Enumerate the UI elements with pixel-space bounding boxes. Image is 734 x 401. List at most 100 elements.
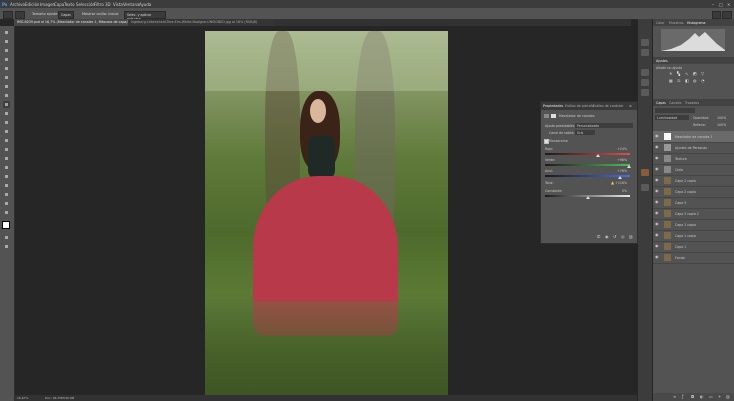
- eye-icon[interactable]: ◉: [655, 145, 659, 149]
- brush-tool-icon[interactable]: [3, 101, 10, 108]
- red-value[interactable]: +24%: [617, 147, 627, 151]
- quick-select-tool-icon[interactable]: [3, 56, 10, 63]
- close-icon[interactable]: ×: [727, 2, 730, 7]
- curves-icon[interactable]: ∿: [685, 71, 688, 76]
- new-layer-icon[interactable]: +: [718, 394, 721, 399]
- eyedropper-tool-icon[interactable]: [3, 83, 10, 90]
- marquee-tool-icon[interactable]: [3, 38, 10, 45]
- gradient-tool-icon[interactable]: [3, 137, 10, 144]
- maximize-icon[interactable]: □: [719, 2, 723, 7]
- hand-tool-icon[interactable]: [3, 200, 10, 207]
- new-group-icon[interactable]: ▭: [709, 394, 713, 399]
- photo-filter-icon[interactable]: ◍: [693, 78, 697, 83]
- screen-mode-icon[interactable]: [3, 243, 10, 250]
- document-image[interactable]: [205, 31, 448, 395]
- paragraph-icon[interactable]: [641, 89, 649, 96]
- eye-icon[interactable]: ◉: [655, 134, 659, 138]
- menu-item-archivo[interactable]: Archivo: [10, 2, 25, 7]
- black-white-icon[interactable]: ◧: [685, 78, 689, 83]
- tab-color[interactable]: Color: [656, 21, 664, 25]
- fill-value[interactable]: 100%: [717, 123, 726, 127]
- add-mask-icon[interactable]: ◘: [691, 394, 694, 399]
- doc-tab-active[interactable]: IMG-8039.psd al 16,7% (Mezclador de cana…: [14, 19, 132, 26]
- eye-icon[interactable]: ◉: [655, 255, 659, 259]
- healing-brush-tool-icon[interactable]: [3, 92, 10, 99]
- character-icon[interactable]: [641, 79, 649, 86]
- opacity-value[interactable]: 100%: [717, 116, 726, 120]
- blue-value[interactable]: +76%: [617, 169, 627, 173]
- eye-icon[interactable]: ◉: [655, 244, 659, 248]
- levels-icon[interactable]: ▚: [677, 71, 680, 76]
- ps-logo-icon[interactable]: Ps: [2, 2, 7, 7]
- menu-item-seleccion[interactable]: Selección: [76, 2, 95, 7]
- move-tool-icon[interactable]: [3, 29, 10, 36]
- frame-tool-icon[interactable]: [3, 74, 10, 81]
- brightness-icon[interactable]: ☀: [669, 71, 673, 76]
- channel-mixer-icon[interactable]: ◔: [701, 78, 705, 83]
- blur-tool-icon[interactable]: [3, 146, 10, 153]
- link-icon[interactable]: ∞: [673, 394, 676, 399]
- eye-icon[interactable]: ◉: [655, 178, 659, 182]
- red-slider-track[interactable]: [545, 153, 630, 155]
- eye-icon[interactable]: ◉: [655, 233, 659, 237]
- eye-icon[interactable]: ◉: [655, 189, 659, 193]
- blend-mode-select[interactable]: Luminosidad: [655, 115, 689, 120]
- dodge-tool-icon[interactable]: [3, 155, 10, 162]
- tab-ajustes[interactable]: Ajustes: [656, 59, 668, 63]
- green-value[interactable]: +98%: [617, 158, 627, 162]
- menu-item-texto[interactable]: Texto: [64, 2, 75, 7]
- workspace-icon[interactable]: [722, 10, 732, 19]
- eye-icon[interactable]: ◉: [655, 222, 659, 226]
- tab-propiedades[interactable]: Propiedades: [543, 104, 563, 108]
- green-slider-knob[interactable]: [627, 165, 632, 168]
- trash-icon[interactable]: ▥: [629, 234, 633, 239]
- menu-item-vista[interactable]: Vista: [113, 2, 123, 7]
- lasso-tool-icon[interactable]: [3, 47, 10, 54]
- shape-tool-icon[interactable]: [3, 191, 10, 198]
- eye-icon[interactable]: ◉: [655, 200, 659, 204]
- brush-settings-icon[interactable]: [641, 69, 649, 76]
- foreground-color-icon[interactable]: [2, 221, 10, 229]
- panel-menu-icon[interactable]: ≡: [629, 104, 632, 108]
- layer-filter-select[interactable]: [655, 108, 695, 113]
- preset-select[interactable]: Personalizado: [575, 123, 633, 128]
- new-adjustment-icon[interactable]: ◐: [700, 394, 704, 399]
- tool-preset-picker[interactable]: [3, 10, 13, 19]
- clone-stamp-tool-icon[interactable]: [3, 110, 10, 117]
- history-brush-tool-icon[interactable]: [3, 119, 10, 126]
- color-balance-icon[interactable]: ⚖: [677, 78, 681, 83]
- blue-slider-knob[interactable]: [617, 176, 622, 179]
- red-slider-knob[interactable]: [595, 154, 600, 157]
- exposure-icon[interactable]: ◩: [693, 71, 697, 76]
- zoom-level[interactable]: 16,67%: [17, 396, 28, 400]
- menu-item-ayuda[interactable]: Ayuda: [139, 2, 151, 7]
- reset-icon[interactable]: ↺: [613, 234, 616, 239]
- minimize-icon[interactable]: –: [712, 2, 714, 7]
- swatches-icon[interactable]: [641, 49, 649, 56]
- brush-picker[interactable]: [15, 10, 25, 19]
- eye-icon[interactable]: ◉: [655, 156, 659, 160]
- layer-row[interactable]: ◉ Fondo: [653, 252, 734, 264]
- zoom-tool-icon[interactable]: [3, 209, 10, 216]
- type-tool-icon[interactable]: [3, 173, 10, 180]
- doc-tab-inactive[interactable]: Ingeborg-Lebensheid-Tree-Eirs-White-Badi…: [128, 19, 274, 26]
- menu-item-3d[interactable]: 3D: [105, 2, 111, 7]
- tab-canales[interactable]: Canales: [669, 101, 682, 105]
- eye-icon[interactable]: ◉: [655, 211, 659, 215]
- menu-item-capa[interactable]: Capa: [54, 2, 64, 7]
- eye-icon[interactable]: ◉: [655, 167, 659, 171]
- tab-trazados[interactable]: Trazados: [685, 101, 699, 105]
- channel-select[interactable]: Gris: [575, 130, 595, 135]
- quick-mask-icon[interactable]: [3, 234, 10, 241]
- green-slider-track[interactable]: [545, 164, 630, 166]
- constant-slider-knob[interactable]: [585, 196, 590, 199]
- style-select[interactable]: Capas: [58, 10, 74, 19]
- eraser-tool-icon[interactable]: [3, 128, 10, 135]
- tab-muestras[interactable]: Muestras: [669, 21, 684, 25]
- menu-item-edicion[interactable]: Edición: [25, 2, 39, 7]
- menu-item-ventana[interactable]: Ventana: [123, 2, 139, 7]
- history-icon[interactable]: [641, 39, 649, 46]
- visibility-icon[interactable]: ◎: [621, 234, 625, 239]
- mask-icon[interactable]: [551, 114, 556, 118]
- menu-item-filtro[interactable]: Filtro: [94, 2, 104, 7]
